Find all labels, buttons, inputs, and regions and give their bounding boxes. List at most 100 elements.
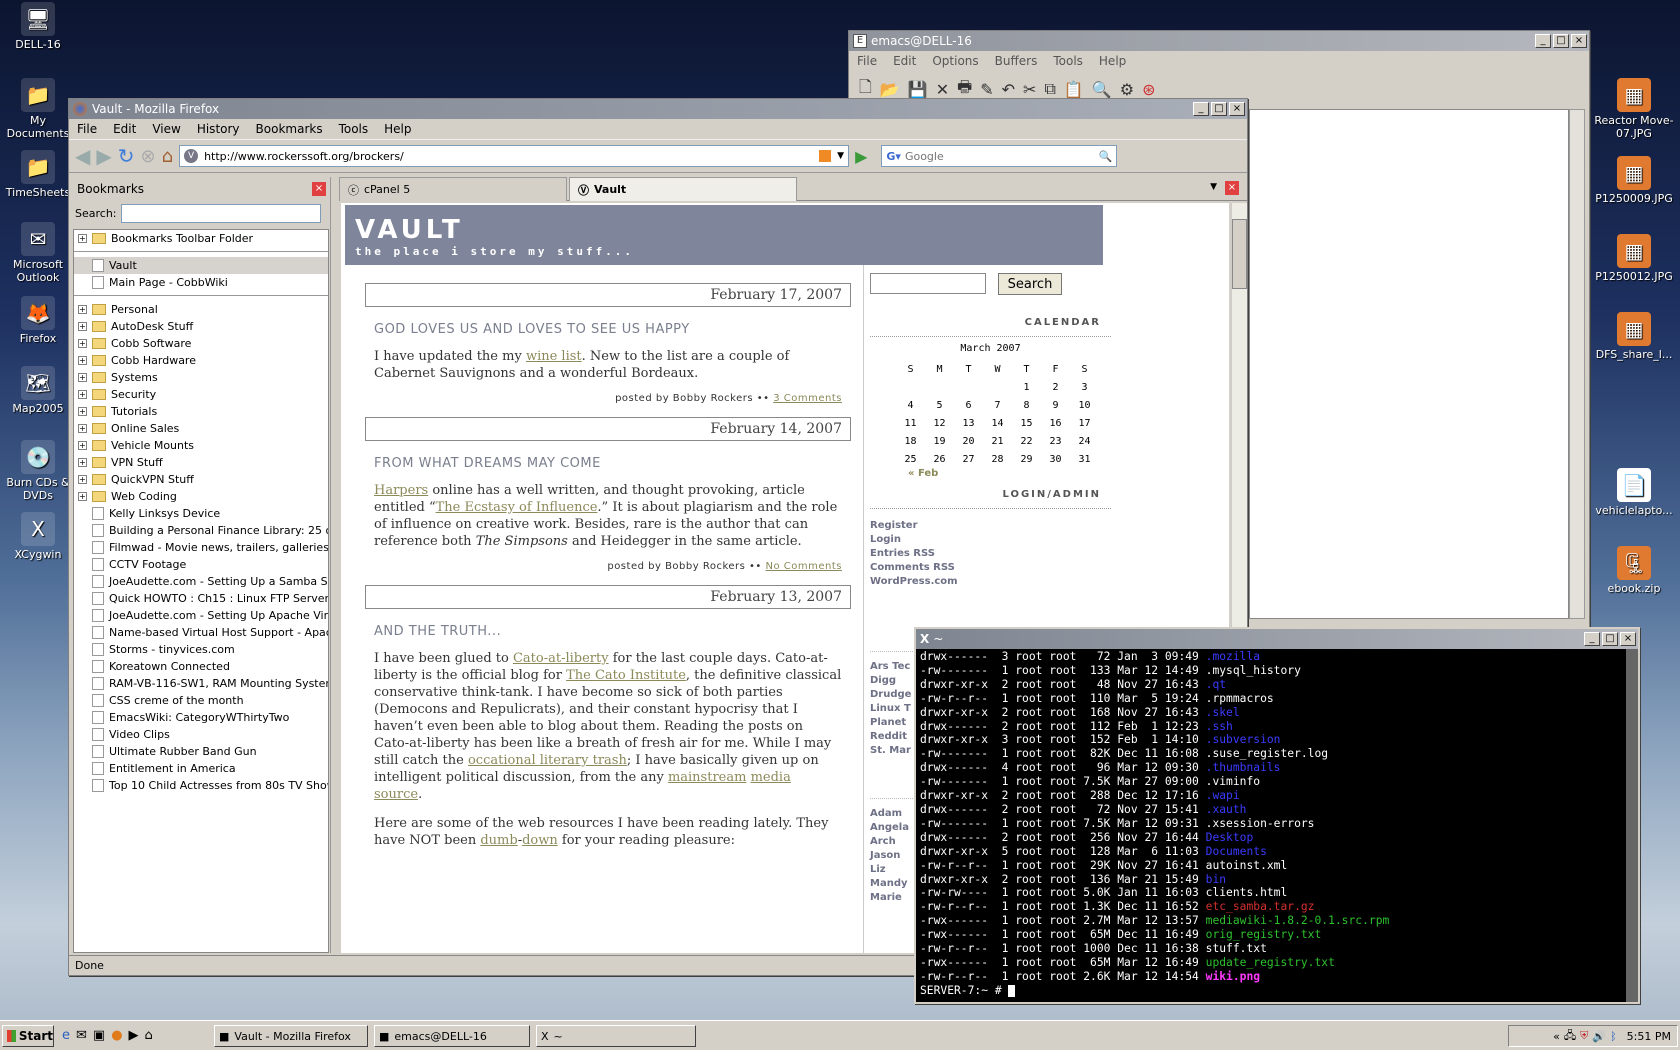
preferences-icon[interactable]: ⚙ bbox=[1120, 80, 1134, 99]
bookmark-item[interactable]: CSS creme of the month bbox=[74, 692, 328, 709]
desktop-icon[interactable]: ▣ bbox=[93, 1028, 105, 1043]
desktop-icon[interactable]: ✉ Microsoft Outlook bbox=[0, 222, 76, 284]
url-dropdown-icon[interactable]: ▼ bbox=[837, 151, 844, 161]
desktop-icon[interactable]: ▦ DFS_share_l... bbox=[1594, 312, 1674, 361]
ie-icon[interactable]: e bbox=[62, 1028, 70, 1043]
shield-icon[interactable]: ⛨ bbox=[1580, 1029, 1588, 1043]
search-icon[interactable]: 🔍 bbox=[1092, 80, 1112, 99]
desktop-icon[interactable]: 📄 vehiclelapto... bbox=[1594, 468, 1674, 517]
desktop-icon[interactable]: 🖥 DELL-16 bbox=[0, 2, 76, 51]
bookmark-search-input[interactable] bbox=[120, 203, 321, 223]
expand-icon[interactable]: + bbox=[78, 424, 87, 433]
firefox-titlebar[interactable]: Vault - Mozilla Firefox _ □ × bbox=[69, 99, 1247, 119]
copy-icon[interactable]: ⧉ bbox=[1044, 79, 1055, 99]
menu-item[interactable]: Options bbox=[924, 54, 986, 68]
menu-item[interactable]: Tools bbox=[1045, 54, 1091, 68]
expand-icon[interactable]: + bbox=[78, 390, 87, 399]
tab-vault[interactable]: Ⓥ Vault bbox=[569, 177, 797, 201]
bookmark-item[interactable]: + Web Coding bbox=[74, 488, 328, 505]
close-button[interactable]: × bbox=[1571, 34, 1587, 48]
mainstream-link[interactable]: mainstream bbox=[668, 770, 747, 785]
expand-icon[interactable]: + bbox=[78, 356, 87, 365]
search-icon[interactable]: 🔍 bbox=[1094, 150, 1116, 163]
calendar-prev-link[interactable]: « Feb bbox=[908, 468, 1111, 479]
expand-icon[interactable]: + bbox=[78, 339, 87, 348]
edit-icon[interactable]: ✎ bbox=[980, 80, 993, 99]
comments-link[interactable]: No Comments bbox=[766, 561, 842, 572]
expand-icon[interactable]: + bbox=[78, 322, 87, 331]
network-icon[interactable]: 🖧 bbox=[1564, 1027, 1576, 1046]
bookmark-item[interactable]: Storms - tinyvices.com bbox=[74, 641, 328, 658]
minimize-button[interactable]: _ bbox=[1584, 632, 1600, 646]
post-title[interactable]: GOD LOVES US AND LOVES TO SEE US HAPPY bbox=[374, 321, 851, 338]
outlook-icon[interactable]: ✉ bbox=[76, 1028, 87, 1043]
emacs-scrollbar[interactable] bbox=[1569, 109, 1585, 619]
undo-icon[interactable]: ↶ bbox=[1002, 80, 1015, 99]
bookmark-item[interactable]: + Systems bbox=[74, 369, 328, 386]
ecstasy-link[interactable]: The Ecstasy of Influence bbox=[436, 500, 598, 515]
start-button[interactable]: Start bbox=[2, 1025, 54, 1047]
paste-icon[interactable]: 📋 bbox=[1064, 80, 1084, 99]
bookmark-item[interactable]: Vault bbox=[74, 257, 328, 274]
terminal-scrollbar[interactable] bbox=[1626, 649, 1638, 1002]
bookmark-item[interactable]: Top 10 Child Actresses from 80s TV Shows… bbox=[74, 777, 328, 794]
url-bar[interactable]: V http://www.rockerssoft.org/brockers/ ▼ bbox=[179, 145, 850, 167]
bookmark-item[interactable]: + Bookmarks Toolbar Folder bbox=[74, 230, 328, 247]
login-link[interactable]: Entries RSS bbox=[870, 547, 1111, 561]
cygwin-icon[interactable]: ⌂ bbox=[145, 1028, 153, 1043]
maximize-button[interactable]: □ bbox=[1211, 102, 1227, 116]
help-icon[interactable]: ⊛ bbox=[1142, 80, 1155, 99]
taskbar-task[interactable]: ■ emacs@DELL-16 bbox=[374, 1025, 530, 1047]
desktop-icon[interactable]: 📁 TimeSheets bbox=[0, 150, 76, 199]
login-link[interactable]: Comments RSS bbox=[870, 561, 1111, 575]
expand-icon[interactable]: + bbox=[78, 441, 87, 450]
firefox-icon[interactable]: ● bbox=[111, 1028, 122, 1043]
bookmark-item[interactable]: Filmwad - Movie news, trailers, gallerie… bbox=[74, 539, 328, 556]
bookmark-item[interactable]: Building a Personal Finance Library: 25 … bbox=[74, 522, 328, 539]
desktop-icon[interactable]: X XCygwin bbox=[0, 512, 76, 561]
cato-institute-link[interactable]: The Cato Institute bbox=[566, 668, 686, 683]
emacs-buffer[interactable] bbox=[1249, 109, 1569, 619]
desktop-icon[interactable]: ▦ P1250012.JPG bbox=[1594, 234, 1674, 283]
maximize-button[interactable]: □ bbox=[1553, 34, 1569, 48]
blog-search-input[interactable] bbox=[870, 273, 986, 294]
login-link[interactable]: Login bbox=[870, 533, 1111, 547]
menu-item[interactable]: View bbox=[144, 122, 188, 136]
close-buffer-icon[interactable]: ✕ bbox=[936, 80, 949, 99]
cato-link[interactable]: Cato-at-liberty bbox=[513, 651, 609, 666]
xterm-window[interactable]: X ~ _ □ × drwx------ 3 root root 72 Jan … bbox=[914, 627, 1640, 1004]
tray-expand-icon[interactable]: « bbox=[1553, 1030, 1560, 1043]
bookmark-item[interactable]: + Security bbox=[74, 386, 328, 403]
emacs-titlebar[interactable]: E emacs@DELL-16 _ □ × bbox=[849, 31, 1589, 51]
close-button[interactable]: × bbox=[1229, 102, 1245, 116]
bookmark-item[interactable]: Main Page - CobbWiki bbox=[74, 274, 328, 291]
bookmark-item[interactable]: + AutoDesk Stuff bbox=[74, 318, 328, 335]
maximize-button[interactable]: □ bbox=[1602, 632, 1618, 646]
bookmark-item[interactable]: + Tutorials bbox=[74, 403, 328, 420]
menu-item[interactable]: Buffers bbox=[987, 54, 1046, 68]
login-link[interactable]: WordPress.com bbox=[870, 575, 1111, 589]
taskbar-task[interactable]: X ~ bbox=[536, 1025, 696, 1047]
bookmark-item[interactable]: + Online Sales bbox=[74, 420, 328, 437]
search-engine-icon[interactable]: G▾ bbox=[882, 150, 905, 163]
bookmark-item[interactable]: EmacsWiki: CategoryWThirtyTwo bbox=[74, 709, 328, 726]
reload-icon[interactable]: ↻ bbox=[118, 144, 135, 168]
bookmark-item[interactable]: Kelly Linksys Device bbox=[74, 505, 328, 522]
menu-item[interactable]: Edit bbox=[885, 54, 924, 68]
desktop-icon[interactable]: ▦ Reactor Move-07.JPG bbox=[1594, 78, 1674, 140]
comments-link[interactable]: 3 Comments bbox=[773, 393, 842, 404]
cut-icon[interactable]: ✂ bbox=[1023, 80, 1036, 99]
expand-icon[interactable]: + bbox=[78, 458, 87, 467]
scroll-thumb[interactable] bbox=[1232, 219, 1247, 289]
desktop-icon[interactable]: 💿 Burn CDs & DVDs bbox=[0, 440, 76, 502]
bookmark-item[interactable]: RAM-VB-116-SW1, RAM Mounting Systems... bbox=[74, 675, 328, 692]
bookmark-item[interactable]: + Cobb Hardware bbox=[74, 352, 328, 369]
home-icon[interactable]: ⌂ bbox=[162, 146, 173, 167]
bookmark-item[interactable]: Quick HOWTO : Ch15 : Linux FTP Server S.… bbox=[74, 590, 328, 607]
bookmark-item[interactable]: + QuickVPN Stuff bbox=[74, 471, 328, 488]
bookmark-item[interactable]: + Cobb Software bbox=[74, 335, 328, 352]
forward-icon[interactable]: ▶ bbox=[96, 144, 111, 168]
volume-icon[interactable]: 🔊 bbox=[1592, 1030, 1606, 1043]
xterm-titlebar[interactable]: X ~ _ □ × bbox=[916, 629, 1638, 649]
tab-list-icon[interactable]: ▼ bbox=[1210, 182, 1217, 192]
